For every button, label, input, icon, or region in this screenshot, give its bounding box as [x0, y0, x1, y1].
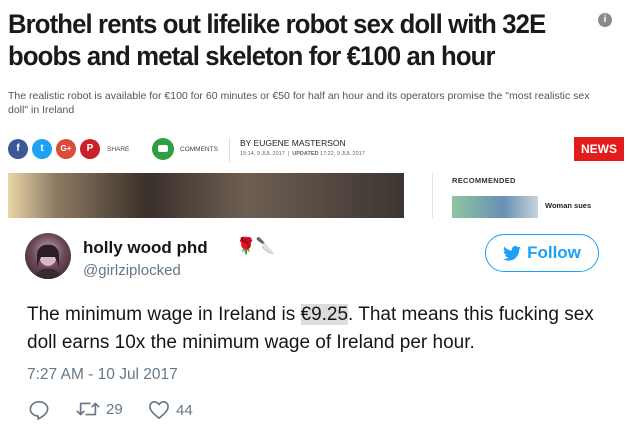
article-headline: Brothel rents out lifelike robot sex dol… [8, 9, 546, 71]
comments-icon[interactable] [152, 138, 174, 160]
tweet-text: The minimum wage in Ireland is €9.25. Th… [27, 301, 607, 357]
updated-time: 17:22, 9 JUL 2017 [320, 151, 365, 157]
article-screenshot: Brothel rents out lifelike robot sex dol… [0, 0, 629, 218]
tweet-card: holly wood phd 🌹🔪 @girlziplocked Follow … [0, 218, 629, 444]
byline-times: 15:14, 9 JUL 2017 | UPDATED 17:22, 9 JUL… [240, 151, 365, 157]
display-name[interactable]: holly wood phd [83, 238, 208, 258]
comments-label[interactable]: COMMENTS [180, 146, 218, 153]
recommended-thumbnail[interactable] [452, 196, 538, 218]
reply-button[interactable] [28, 400, 50, 420]
retweet-icon [76, 402, 100, 416]
follow-button[interactable]: Follow [485, 234, 599, 272]
retweet-count: 29 [106, 400, 123, 418]
published-time: 15:14, 9 JUL 2017 [240, 151, 285, 157]
avatar[interactable] [25, 233, 71, 279]
share-label: SHARE [107, 146, 130, 153]
info-icon[interactable]: i [598, 13, 612, 27]
recommended-divider [432, 173, 433, 218]
article-standfirst: The realistic robot is available for €10… [8, 90, 590, 116]
facebook-icon[interactable]: f [8, 139, 28, 159]
like-button[interactable]: 44 [148, 400, 193, 420]
retweet-button[interactable]: 29 [76, 400, 123, 418]
pinterest-icon[interactable]: P [80, 139, 100, 159]
follow-label: Follow [527, 243, 581, 262]
heart-icon [149, 401, 169, 419]
updated-label: UPDATED [292, 151, 319, 157]
avatar-portrait [35, 244, 61, 279]
byline-divider [229, 138, 230, 162]
name-emojis: 🌹🔪 [236, 238, 276, 255]
user-handle[interactable]: @girlziplocked [83, 262, 181, 279]
twitter-bird-icon [503, 245, 522, 261]
recommended-title[interactable]: Woman sues [545, 201, 591, 210]
tweet-text-start: The minimum wage in Ireland is [27, 304, 301, 325]
tweet-timestamp[interactable]: 7:27 AM - 10 Jul 2017 [27, 366, 178, 384]
twitter-icon[interactable]: t [32, 139, 52, 159]
like-count: 44 [176, 401, 193, 419]
byline: BY EUGENE MASTERSON [240, 138, 346, 148]
article-hero-image [8, 173, 404, 218]
news-badge[interactable]: NEWS [574, 137, 624, 161]
reply-icon [29, 401, 49, 420]
recommended-label: RECOMMENDED [452, 176, 516, 185]
tweet-text-highlight: €9.25 [300, 304, 349, 325]
googleplus-icon[interactable]: G+ [56, 139, 76, 159]
